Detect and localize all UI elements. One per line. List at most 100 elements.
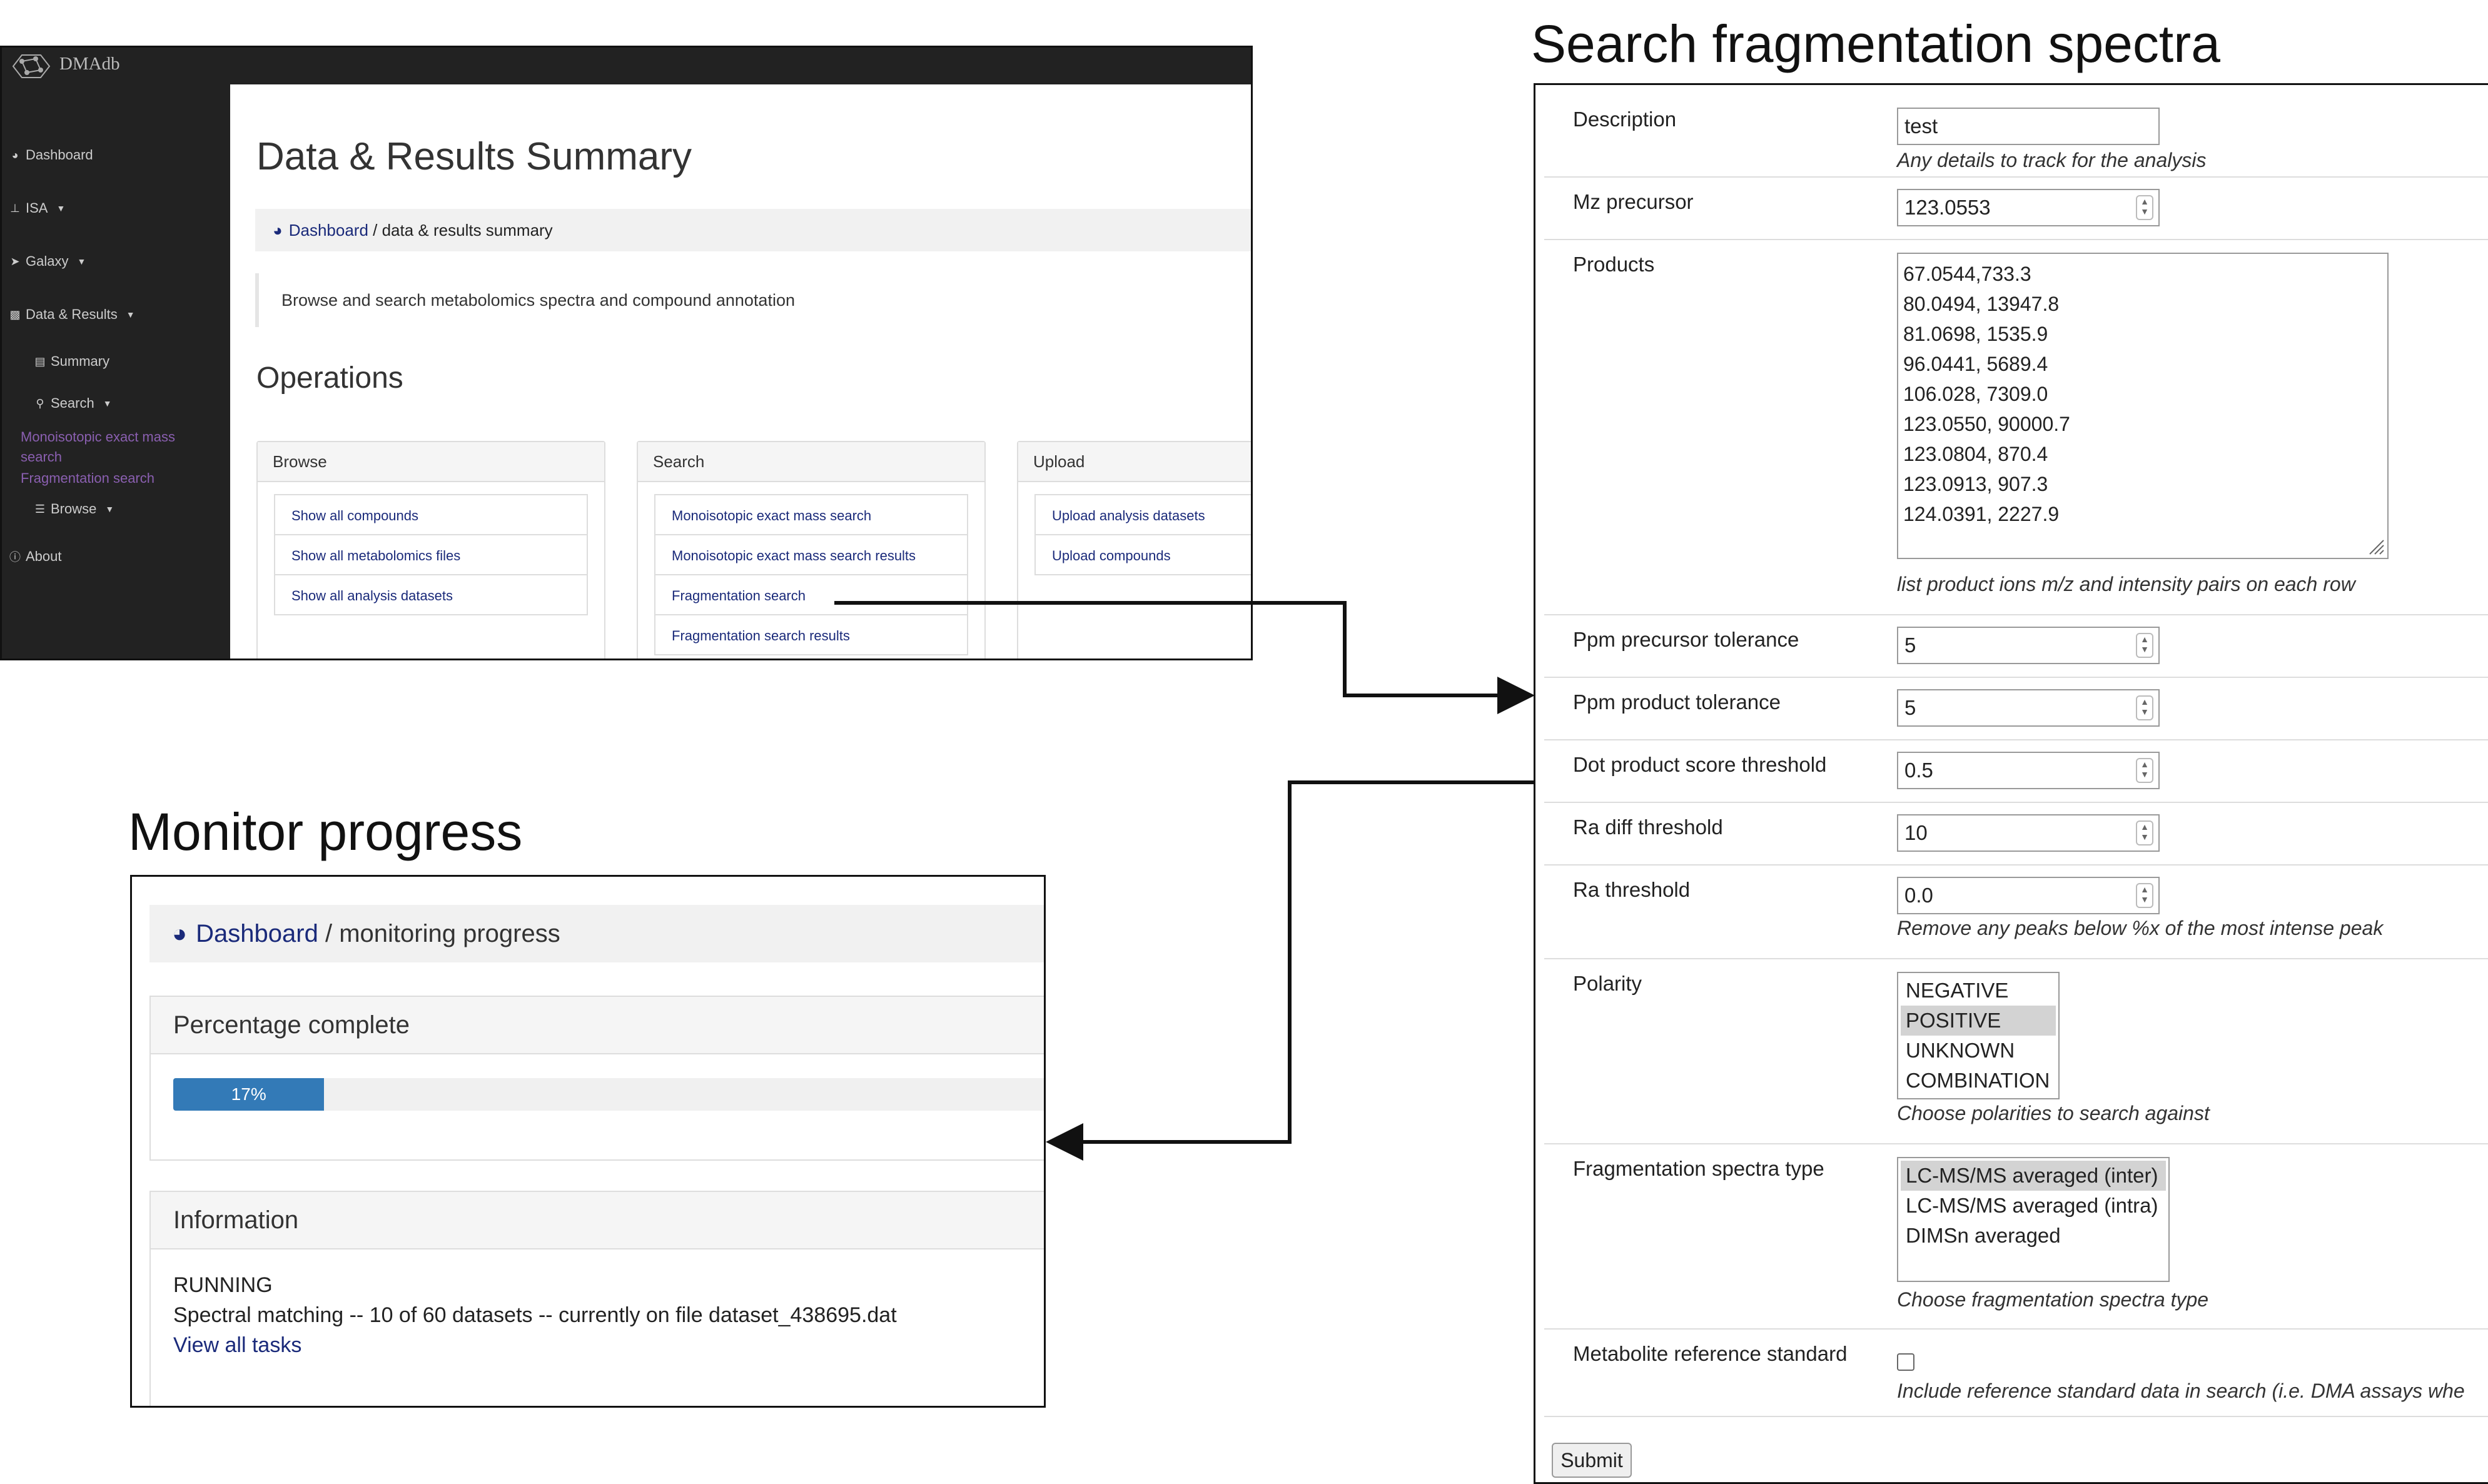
ref-standard-checkbox[interactable] — [1897, 1353, 1914, 1371]
dot-product-input[interactable]: 0.5 ▲ ▼ — [1897, 752, 2160, 789]
dmadb-app-window: DMAdb ◕ Dashboard ⊥ ISA ▼ ➤ Galaxy ▼ ▩ D… — [0, 46, 1253, 660]
caret-down-icon: ▼ — [56, 203, 66, 213]
dot-product-value: 0.5 — [1904, 759, 1933, 782]
search-panel: Search Monoisotopic exact mass search Mo… — [637, 441, 986, 659]
ref-standard-hint: Include reference standard data in searc… — [1897, 1380, 2465, 1402]
main-content: Data & Results Summary ◕ Dashboard / dat… — [230, 84, 1251, 659]
list-item[interactable]: Show all compounds — [274, 494, 588, 535]
dashboard-icon: ◕ — [273, 220, 283, 240]
submit-button[interactable]: Submit — [1552, 1443, 1632, 1478]
spinner-arrows-icon[interactable]: ▲ ▼ — [2136, 695, 2153, 720]
polarity-listbox[interactable]: NEGATIVE POSITIVE UNKNOWN COMBINATION — [1897, 972, 2060, 1099]
list-item[interactable]: Monoisotopic exact mass search results — [654, 534, 968, 575]
product-line: 67.0544,733.3 — [1903, 263, 2031, 285]
ra-threshold-input[interactable]: 0.0 ▲ ▼ — [1897, 877, 2160, 914]
sidebar-item-label: Dashboard — [26, 147, 93, 163]
dashboard-icon: ◕ — [172, 919, 188, 947]
dmadb-logo-icon[interactable] — [9, 53, 53, 80]
ppm-precursor-input[interactable]: 5 ▲ ▼ — [1897, 627, 2160, 664]
polarity-row: Polarity NEGATIVE POSITIVE UNKNOWN COMBI… — [1544, 958, 2488, 1144]
description-input[interactable]: test — [1897, 108, 2160, 145]
spinner-arrows-icon[interactable]: ▲ ▼ — [2136, 758, 2153, 783]
list-item[interactable]: Upload analysis datasets — [1034, 494, 1251, 535]
view-all-tasks-link[interactable]: View all tasks — [173, 1333, 301, 1358]
caret-down-icon: ▼ — [126, 310, 135, 320]
list-item-fragmentation-search[interactable]: Fragmentation search — [654, 574, 968, 615]
dashboard-icon: ◕ — [11, 148, 19, 161]
products-textarea[interactable]: 67.0544,733.3 80.0494, 13947.8 81.0698, … — [1897, 253, 2389, 559]
resize-handle-icon[interactable] — [2366, 537, 2385, 555]
polarity-option[interactable]: NEGATIVE — [1901, 976, 2056, 1006]
search-panel-title: Search — [638, 442, 984, 482]
list-item[interactable]: Upload compounds — [1034, 534, 1251, 575]
breadcrumb-link-dashboard[interactable]: Dashboard — [289, 221, 368, 240]
description-hint: Any details to track for the analysis — [1897, 149, 2207, 171]
mz-precursor-input[interactable]: 123.0553 ▲ ▼ — [1897, 189, 2160, 226]
sidebar-link-monoisotopic[interactable]: Monoisotopic exact mass search — [21, 427, 215, 467]
dot-product-row: Dot product score threshold 0.5 ▲ ▼ — [1544, 739, 2488, 803]
dot-product-label: Dot product score threshold — [1573, 753, 1827, 776]
sidebar-item-label: Search — [51, 395, 94, 411]
product-line: 106.028, 7309.0 — [1903, 383, 2048, 405]
sidebar-item-dashboard[interactable]: ◕ Dashboard — [9, 147, 93, 163]
ra-diff-input[interactable]: 10 ▲ ▼ — [1897, 814, 2160, 852]
ppm-product-row: Ppm product tolerance 5 ▲ ▼ — [1544, 677, 2488, 740]
ra-threshold-label: Ra threshold — [1573, 878, 1691, 901]
form-panel-title: Search fragmentation spectra — [1531, 14, 2220, 73]
information-panel: Information RUNNING Spectral matching --… — [149, 1191, 1044, 1406]
polarity-option[interactable]: UNKNOWN — [1901, 1036, 2056, 1066]
sidebar-item-label: ISA — [26, 200, 48, 216]
ra-threshold-hint: Remove any peaks below %x of the most in… — [1897, 917, 2384, 939]
sidebar-link-fragmentation[interactable]: Fragmentation search — [21, 468, 154, 488]
caret-down-icon: ▼ — [103, 398, 112, 408]
product-line: 123.0550, 90000.7 — [1903, 413, 2070, 435]
mz-precursor-value: 123.0553 — [1904, 196, 1991, 219]
product-line: 123.0913, 907.3 — [1903, 473, 2048, 495]
upload-panel: Upload Upload analysis datasets Upload c… — [1017, 441, 1251, 659]
spinner-arrows-icon[interactable]: ▲ ▼ — [2136, 633, 2153, 658]
browse-panel: Browse Show all compounds Show all metab… — [256, 441, 605, 659]
sidebar-item-summary[interactable]: ▤ Summary — [34, 353, 109, 370]
products-row: Products 67.0544,733.3 80.0494, 13947.8 … — [1544, 239, 2488, 615]
sidebar-item-search[interactable]: ⚲ Search ▼ — [34, 395, 112, 411]
ra-threshold-row: Ra threshold 0.0 ▲ ▼ Remove any peaks bel… — [1544, 864, 2488, 959]
caret-down-icon: ▼ — [77, 256, 86, 266]
polarity-option-selected[interactable]: POSITIVE — [1901, 1006, 2056, 1036]
spinner-arrows-icon[interactable]: ▲ ▼ — [2136, 883, 2153, 908]
ppm-product-value: 5 — [1904, 696, 1916, 719]
arrow-to-monitor — [1046, 780, 1535, 1161]
spectra-type-label: Fragmentation spectra type — [1573, 1157, 1824, 1180]
sidebar-item-browse[interactable]: ☰ Browse ▼ — [34, 501, 114, 517]
sidebar-item-isa[interactable]: ⊥ ISA ▼ — [9, 200, 65, 216]
spectra-type-option-selected[interactable]: LC-MS/MS averaged (inter) — [1901, 1161, 2166, 1191]
spectra-type-option[interactable]: LC-MS/MS averaged (intra) — [1901, 1191, 2166, 1221]
task-detail: Spectral matching -- 10 of 60 datasets -… — [173, 1303, 897, 1327]
search-list: Monoisotopic exact mass search Monoisoto… — [654, 494, 968, 655]
description-label: Description — [1573, 108, 1677, 131]
spinner-arrows-icon[interactable]: ▲ ▼ — [2136, 820, 2153, 845]
search-icon: ⚲ — [36, 396, 44, 410]
ppm-product-input[interactable]: 5 ▲ ▼ — [1897, 689, 2160, 727]
breadcrumb-link-dashboard[interactable]: Dashboard — [196, 920, 318, 948]
list-item[interactable]: Fragmentation search results — [654, 614, 968, 655]
list-item[interactable]: Show all metabolomics files — [274, 534, 588, 575]
product-line: 80.0494, 13947.8 — [1903, 293, 2060, 315]
app-name[interactable]: DMAdb — [59, 54, 120, 74]
percentage-panel-title: Percentage complete — [151, 997, 1044, 1054]
breadcrumb: ◕ Dashboard / data & results summary — [255, 209, 1251, 251]
spectra-type-option[interactable]: DIMSn averaged — [1901, 1221, 2166, 1251]
sidebar-item-data-results[interactable]: ▩ Data & Results ▼ — [9, 306, 135, 323]
ra-diff-row: Ra diff threshold 10 ▲ ▼ — [1544, 802, 2488, 866]
spinner-arrows-icon[interactable]: ▲ ▼ — [2136, 195, 2153, 220]
polarity-option[interactable]: COMBINATION — [1901, 1066, 2056, 1096]
sidebar-item-about[interactable]: ⓘ About — [9, 548, 62, 565]
fragmentation-search-form: Description test Any details to track fo… — [1534, 83, 2488, 1484]
spectra-type-listbox[interactable]: LC-MS/MS averaged (inter) LC-MS/MS avera… — [1897, 1157, 2170, 1282]
browse-list: Show all compounds Show all metabolomics… — [274, 494, 588, 615]
list-item[interactable]: Show all analysis datasets — [274, 574, 588, 615]
sidebar: ◕ Dashboard ⊥ ISA ▼ ➤ Galaxy ▼ ▩ Data & … — [2, 84, 230, 659]
list-item[interactable]: Monoisotopic exact mass search — [654, 494, 968, 535]
mz-precursor-label: Mz precursor — [1573, 190, 1694, 213]
browse-panel-title: Browse — [258, 442, 604, 482]
sidebar-item-galaxy[interactable]: ➤ Galaxy ▼ — [9, 253, 86, 270]
